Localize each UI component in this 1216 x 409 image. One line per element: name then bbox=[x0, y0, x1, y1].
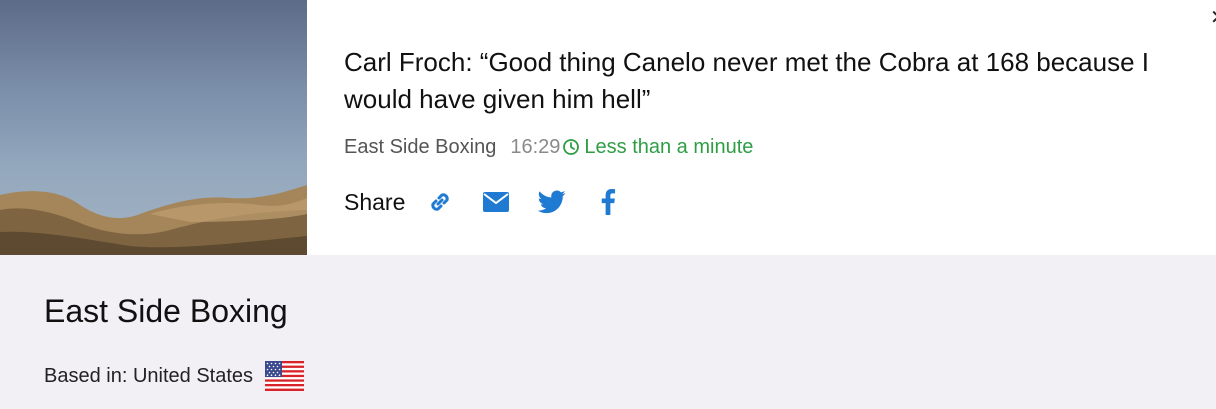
article-card[interactable]: ✕ Carl Froch: “Good thing Canelo never m… bbox=[0, 0, 1216, 255]
page: ✕ Carl Froch: “Good thing Canelo never m… bbox=[0, 0, 1216, 409]
article-meta: East Side Boxing 16:29 Less than a minut… bbox=[344, 133, 753, 161]
email-icon[interactable] bbox=[481, 187, 511, 217]
publisher-profile: East Side Boxing Based in: United States bbox=[0, 255, 1216, 409]
publisher-name[interactable]: East Side Boxing bbox=[44, 293, 288, 330]
article-thumbnail[interactable] bbox=[0, 0, 307, 255]
close-icon[interactable]: ✕ bbox=[1210, 8, 1216, 28]
publisher-location: Based in: United States bbox=[44, 361, 305, 391]
article-time: 16:29 bbox=[510, 135, 561, 158]
article-title[interactable]: Carl Froch: “Good thing Canelo never met… bbox=[344, 44, 1210, 118]
read-time: Less than a minute bbox=[584, 135, 754, 158]
clock-icon bbox=[562, 138, 580, 156]
us-flag-icon bbox=[265, 361, 305, 391]
share-bar: Share bbox=[344, 184, 649, 220]
link-icon[interactable] bbox=[425, 187, 455, 217]
twitter-icon[interactable] bbox=[537, 187, 567, 217]
share-label: Share bbox=[344, 188, 406, 215]
facebook-icon[interactable] bbox=[593, 187, 623, 217]
article-source[interactable]: East Side Boxing bbox=[344, 136, 496, 159]
based-in-label: Based in: United States bbox=[44, 364, 254, 387]
